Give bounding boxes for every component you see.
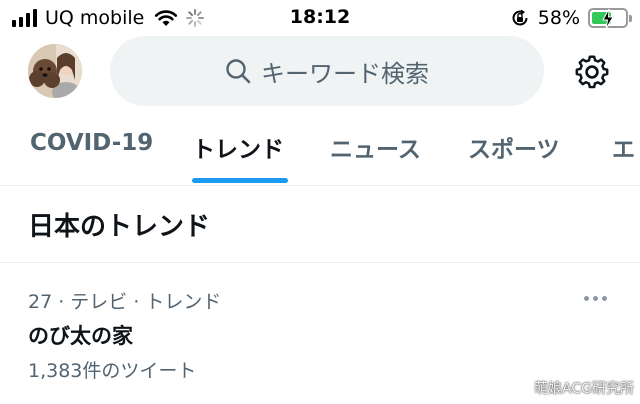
charging-bolt-icon xyxy=(602,9,614,29)
more-options-icon[interactable] xyxy=(584,296,607,301)
active-tab-indicator xyxy=(192,178,288,183)
search-icon xyxy=(226,59,251,84)
tab-covid-19[interactable]: COVID-19 xyxy=(30,130,153,156)
watermark: 萌娘ACG研究所 xyxy=(534,381,634,397)
trend-name: のび太の家 xyxy=(28,324,133,348)
search-input[interactable]: キーワード検索 xyxy=(110,36,544,106)
status-right: 58% xyxy=(510,6,632,30)
battery-percent: 58% xyxy=(537,7,580,29)
tab-trends[interactable]: トレンド xyxy=(192,130,284,164)
trend-tweet-count: 1,383件のツイート xyxy=(28,360,197,382)
orientation-lock-icon xyxy=(512,9,528,26)
divider xyxy=(0,262,640,263)
section-title: 日本のトレンド xyxy=(28,212,211,242)
trend-meta: 27 · テレビ · トレンド xyxy=(28,291,222,313)
topic-tabs: COVID-19 トレンド ニュース スポーツ エ xyxy=(0,118,640,186)
avatar-photo xyxy=(28,44,82,98)
tab-entertainment[interactable]: エ xyxy=(612,130,635,164)
gear-icon[interactable] xyxy=(574,54,610,90)
avatar[interactable] xyxy=(28,44,82,98)
search-placeholder: キーワード検索 xyxy=(261,59,429,88)
status-bar: UQ mobile 18:12 58% xyxy=(0,0,640,36)
tab-sports[interactable]: スポーツ xyxy=(468,130,560,164)
tab-news[interactable]: ニュース xyxy=(330,130,421,164)
battery-charging-icon xyxy=(588,8,632,29)
